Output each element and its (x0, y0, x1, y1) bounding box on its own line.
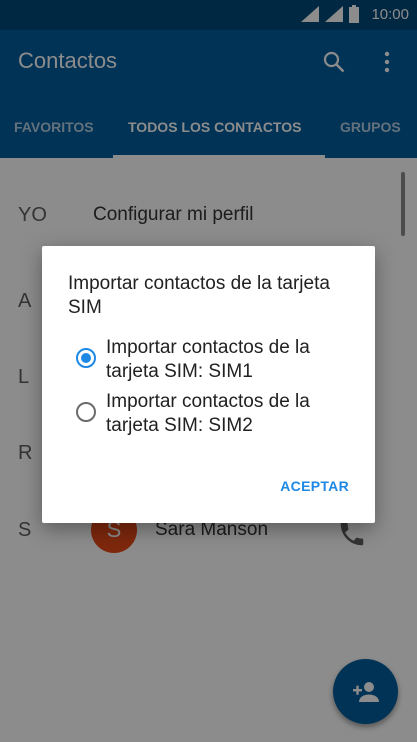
accept-button[interactable]: ACEPTAR (280, 478, 349, 494)
radio-sim1[interactable] (76, 348, 96, 368)
option-sim2-label: Importar contactos de la tarjeta SIM: SI… (106, 391, 310, 436)
option-sim1[interactable]: Importar contactos de la tarjeta SIM: SI… (74, 336, 364, 384)
import-sim-dialog: Importar contactos de la tarjeta SIM Imp… (42, 246, 375, 523)
dialog-title: Importar contactos de la tarjeta SIM (68, 273, 330, 318)
radio-sim2[interactable] (76, 402, 96, 422)
option-sim2[interactable]: Importar contactos de la tarjeta SIM: SI… (74, 390, 364, 438)
option-sim1-label: Importar contactos de la tarjeta SIM: SI… (106, 337, 310, 382)
